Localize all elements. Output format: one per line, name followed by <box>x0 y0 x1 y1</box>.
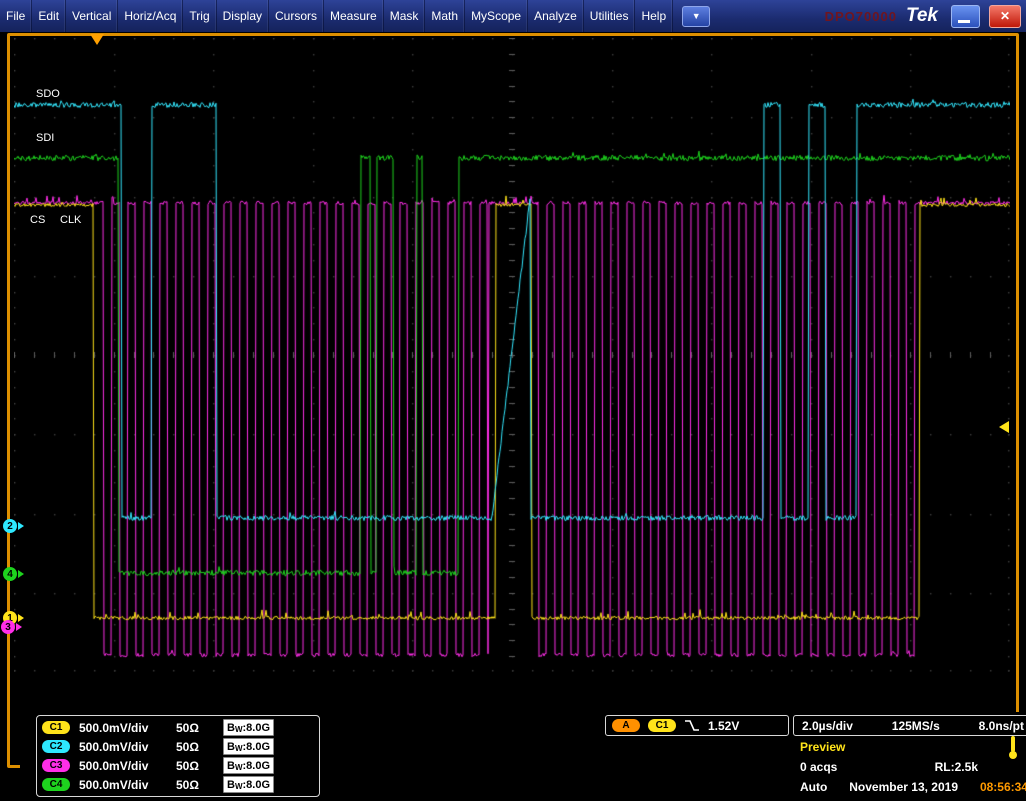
horizontal-readout[interactable]: 2.0µs/div 125MS/s 8.0ns/pt <box>793 715 1026 736</box>
signal-label-clk: CLK <box>60 214 81 226</box>
channel-termination-c2: 50Ω <box>176 740 214 754</box>
menu-item-cursors[interactable]: Cursors <box>269 0 324 32</box>
acquisition-row: 0 acqs RL:2.5k <box>800 760 978 774</box>
channel-termination-c3: 50Ω <box>176 759 214 773</box>
status-row: Auto November 13, 2019 08:56:34 <box>800 780 1026 794</box>
date-value: November 13, 2019 <box>849 780 958 794</box>
scope-bezel-frame: SDO SDI CS CLK C1 500.0mV/div 50Ω BW:8.0… <box>7 33 1019 768</box>
menu-item-analyze[interactable]: Analyze <box>528 0 584 32</box>
channel-scale-c1: 500.0mV/div <box>79 721 167 735</box>
menu-item-edit[interactable]: Edit <box>32 0 66 32</box>
marker-arrow-icon <box>18 570 24 578</box>
time-value: 08:56:34 <box>980 780 1026 794</box>
timebase-value: 2.0µs/div <box>802 719 853 733</box>
bandwidth-readout-c3: BW:8.0G <box>223 757 274 774</box>
trigger-system-badge: A <box>612 719 640 732</box>
trigger-mode: Auto <box>800 780 827 794</box>
menu-bar: File Edit Vertical Horiz/Acq Trig Displa… <box>0 0 1026 32</box>
menu-item-trig[interactable]: Trig <box>183 0 216 32</box>
menu-item-myscope[interactable]: MyScope <box>465 0 528 32</box>
bandwidth-readout-c2: BW:8.0G <box>223 738 274 755</box>
menu-item-vertical[interactable]: Vertical <box>66 0 118 32</box>
trigger-level-value: 1.52V <box>708 719 739 733</box>
close-button[interactable]: ✕ <box>989 5 1021 28</box>
resolution-value: 8.0ns/pt <box>979 719 1024 733</box>
menu-dropdown-button[interactable]: ▼ <box>682 6 710 27</box>
waveform-canvas[interactable] <box>14 38 1010 672</box>
channel-readout-row-c3[interactable]: C3 500.0mV/div 50Ω BW:8.0G <box>42 757 314 775</box>
waveform-position-icon <box>1008 736 1018 762</box>
channel-badge-c4[interactable]: C4 <box>42 778 70 791</box>
menu-item-math[interactable]: Math <box>425 0 465 32</box>
menu-item-measure[interactable]: Measure <box>324 0 384 32</box>
channel-marker-3[interactable]: 3 <box>1 620 22 634</box>
channel-badge-c1[interactable]: C1 <box>42 721 70 734</box>
signal-label-sdo: SDO <box>36 88 60 100</box>
marker-arrow-icon <box>16 623 22 631</box>
channel-termination-c4: 50Ω <box>176 778 214 792</box>
trigger-readout[interactable]: A C1 1.52V <box>605 715 789 736</box>
channel-scale-c3: 500.0mV/div <box>79 759 167 773</box>
channel-marker-4[interactable]: 4 <box>3 567 24 581</box>
menu-item-mask[interactable]: Mask <box>384 0 426 32</box>
channel-readout-row-c1[interactable]: C1 500.0mV/div 50Ω BW:8.0G <box>42 719 314 737</box>
bandwidth-readout-c1: BW:8.0G <box>223 719 274 736</box>
tek-logo: Tek <box>906 5 942 27</box>
signal-label-sdi: SDI <box>36 132 54 144</box>
trigger-source-badge: C1 <box>648 719 676 732</box>
trigger-level-arrow[interactable] <box>999 421 1009 433</box>
channel-readout-row-c4[interactable]: C4 500.0mV/div 50Ω BW:8.0G <box>42 776 314 794</box>
channel-termination-c1: 50Ω <box>176 721 214 735</box>
minimize-button[interactable] <box>951 5 980 28</box>
falling-edge-icon <box>684 719 700 732</box>
acqs-count: 0 acqs <box>800 760 837 774</box>
menu-item-display[interactable]: Display <box>217 0 269 32</box>
channel-readout-box: C1 500.0mV/div 50Ω BW:8.0G C2 500.0mV/di… <box>36 715 320 797</box>
model-ghost-text: DPO70000 <box>825 9 897 24</box>
channel-marker-2[interactable]: 2 <box>3 519 24 533</box>
signal-label-cs: CS <box>30 214 45 226</box>
menu-item-utilities[interactable]: Utilities <box>584 0 636 32</box>
sample-rate-value: 125MS/s <box>892 719 940 733</box>
bandwidth-readout-c4: BW:8.0G <box>223 776 274 793</box>
readout-panel: C1 500.0mV/div 50Ω BW:8.0G C2 500.0mV/di… <box>20 712 1026 801</box>
channel-readout-row-c2[interactable]: C2 500.0mV/div 50Ω BW:8.0G <box>42 738 314 756</box>
channel-badge-c3[interactable]: C3 <box>42 759 70 772</box>
menu-item-horiz-acq[interactable]: Horiz/Acq <box>118 0 183 32</box>
trigger-position-marker[interactable] <box>90 34 104 45</box>
preview-status: Preview <box>800 740 845 754</box>
menu-item-help[interactable]: Help <box>635 0 673 32</box>
channel-scale-c2: 500.0mV/div <box>79 740 167 754</box>
menu-item-file[interactable]: File <box>0 0 32 32</box>
record-length: RL:2.5k <box>935 760 978 774</box>
channel-scale-c4: 500.0mV/div <box>79 778 167 792</box>
marker-arrow-icon <box>18 522 24 530</box>
channel-badge-c2[interactable]: C2 <box>42 740 70 753</box>
waveform-display[interactable]: SDO SDI CS CLK <box>14 38 1010 672</box>
